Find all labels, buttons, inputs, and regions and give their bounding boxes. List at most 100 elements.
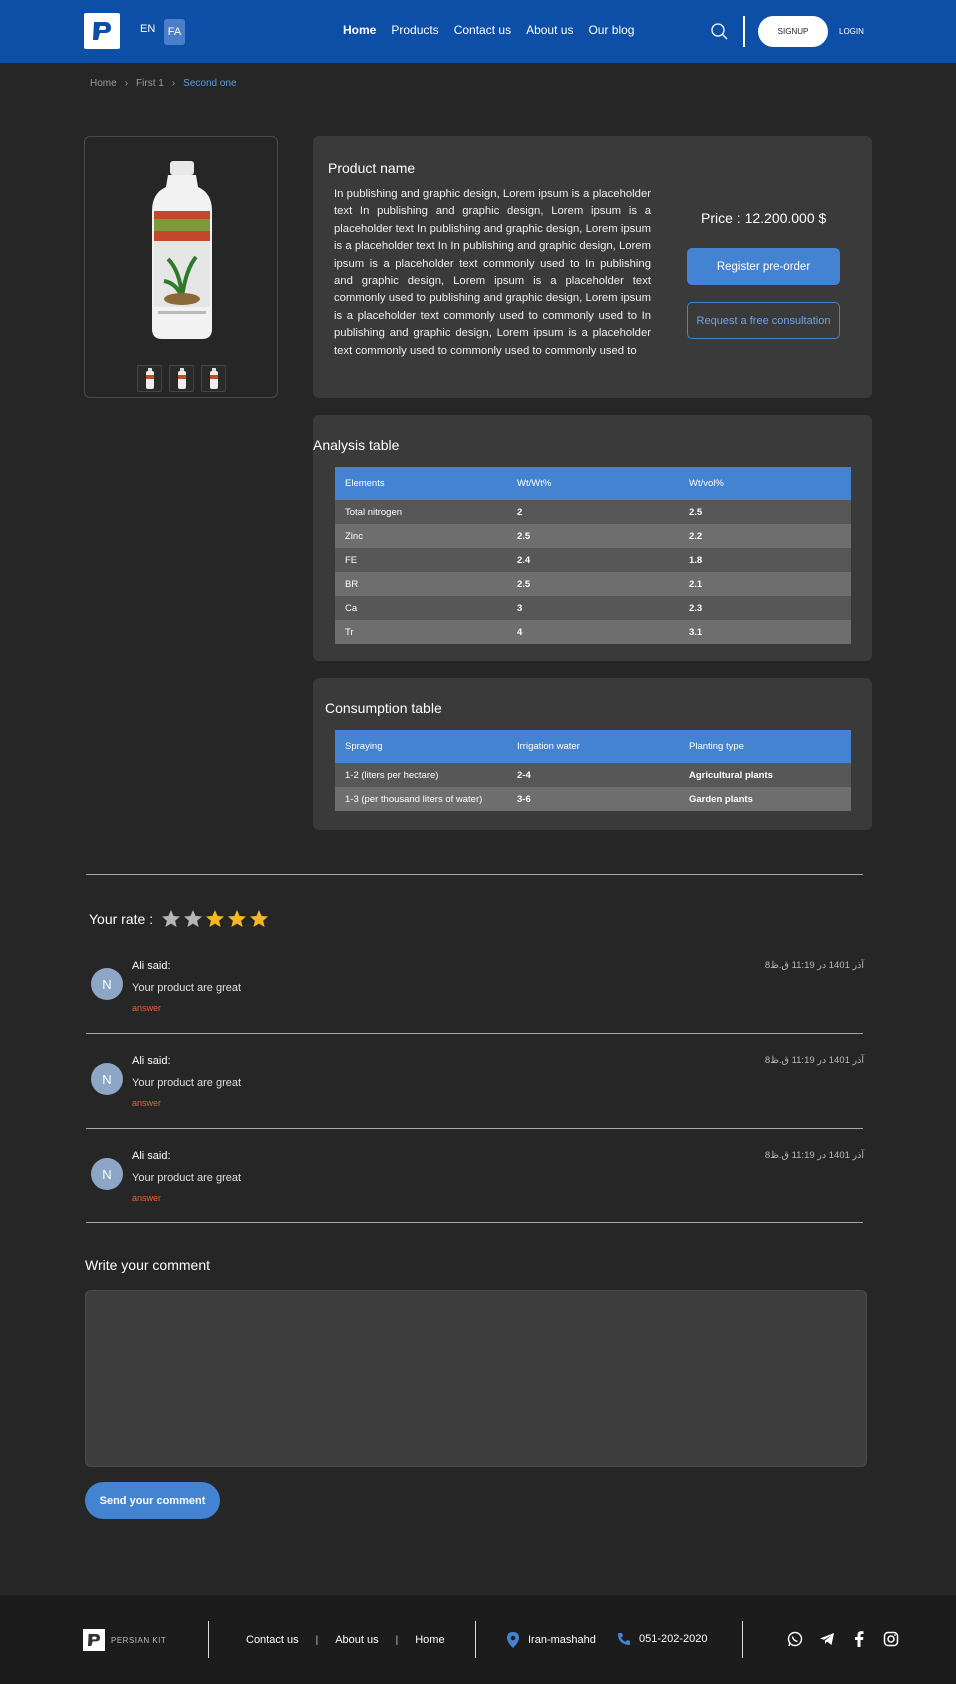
send-comment-button[interactable]: Send your comment (85, 1482, 220, 1519)
table-cell: 1.8 (679, 548, 851, 572)
bottle-thumb-icon (209, 367, 218, 389)
comment-date: 8آذر 1401 در 11:19 ق.ظ (764, 960, 864, 971)
breadcrumb: Home › First 1 › Second one (90, 78, 237, 89)
table-cell: 2.5 (679, 500, 851, 524)
facebook-icon[interactable] (850, 1630, 867, 1647)
instagram-icon[interactable] (882, 1630, 899, 1647)
product-price: Price : 12.200.000 $ (701, 210, 827, 226)
comment: N Ali said: Your product are great answe… (89, 1052, 864, 1122)
table-row: 1-3 (per thousand liters of water) 3-6 G… (335, 787, 851, 811)
table-cell: 3-6 (507, 787, 679, 811)
answer-link[interactable]: answer (132, 1098, 161, 1108)
answer-link[interactable]: answer (132, 1193, 161, 1203)
consumption-title: Consumption table (325, 700, 442, 716)
column-header: Irrigation water (507, 730, 679, 763)
star-icon[interactable] (227, 909, 247, 929)
thumbnail[interactable] (169, 365, 194, 392)
search-icon[interactable] (710, 22, 728, 40)
comment-date: 8آذر 1401 در 11:19 ق.ظ (764, 1055, 864, 1066)
table-cell: 3 (507, 596, 679, 620)
table-cell: Agricultural plants (679, 763, 851, 787)
table-row: Zinc 2.5 2.2 (335, 524, 851, 548)
table-cell: 2.1 (679, 572, 851, 596)
product-title: Product name (328, 160, 416, 176)
product-gallery (84, 136, 278, 398)
social-links (786, 1630, 899, 1647)
table-cell: Total nitrogen (335, 500, 507, 524)
thumbnail[interactable] (137, 365, 162, 392)
bottle-thumb-icon (145, 367, 154, 389)
footer-link-contact[interactable]: Contact us (246, 1634, 299, 1646)
table-cell: 2.3 (679, 596, 851, 620)
answer-link[interactable]: answer (132, 1003, 161, 1013)
comment-divider (86, 1222, 863, 1223)
breadcrumb-home[interactable]: Home (90, 78, 117, 89)
footer-divider (208, 1621, 209, 1658)
phone-text[interactable]: 051-202-2020 (639, 1633, 708, 1645)
comment: N Ali said: Your product are great answe… (89, 957, 864, 1027)
logo[interactable] (84, 13, 120, 49)
column-header: Planting type (679, 730, 851, 763)
table-cell: 2-4 (507, 763, 679, 787)
table-row: FE 2.4 1.8 (335, 548, 851, 572)
comment: N Ali said: Your product are great answe… (89, 1147, 864, 1217)
star-icon[interactable] (161, 909, 181, 929)
whatsapp-icon[interactable] (786, 1630, 803, 1647)
table-cell: 2.2 (679, 524, 851, 548)
consumption-table: Spraying Irrigation water Planting type … (335, 730, 851, 811)
footer-link-about[interactable]: About us (335, 1634, 378, 1646)
product-description: In publishing and graphic design, Lorem … (334, 188, 651, 357)
analysis-table: Elements Wt/Wt% Wt/vol% Total nitrogen 2… (335, 467, 851, 644)
column-header: Spraying (335, 730, 507, 763)
footer-logo[interactable] (83, 1629, 105, 1651)
table-cell: Zinc (335, 524, 507, 548)
nav-about[interactable]: About us (526, 23, 573, 37)
nav-products[interactable]: Products (391, 23, 438, 37)
table-row: BR 2.5 2.1 (335, 572, 851, 596)
lang-en-button[interactable]: EN (140, 23, 155, 35)
footer-divider (742, 1621, 743, 1658)
header: EN FA Home Products Contact us About us … (0, 0, 956, 63)
star-icon[interactable] (249, 909, 269, 929)
analysis-card: Analysis table Elements Wt/Wt% Wt/vol% T… (313, 415, 872, 661)
telegram-icon[interactable] (818, 1630, 835, 1647)
preorder-button[interactable]: Register pre-order (687, 248, 840, 285)
bottle-thumb-icon (177, 367, 186, 389)
star-icon[interactable] (183, 909, 203, 929)
table-cell: 1-3 (per thousand liters of water) (335, 787, 507, 811)
logo-mark-icon (93, 22, 111, 40)
location-text: Iran-mashahd (528, 1634, 596, 1646)
table-header-row: Elements Wt/Wt% Wt/vol% (335, 467, 851, 500)
footer-link-home[interactable]: Home (415, 1634, 444, 1646)
phone-icon (618, 1633, 630, 1645)
login-button[interactable]: LOGIN (839, 27, 864, 36)
table-cell: Garden plants (679, 787, 851, 811)
table-cell: 4 (507, 620, 679, 644)
footer: PERSIAN KIT Contact us | About us | Home… (0, 1595, 956, 1684)
nav-contact[interactable]: Contact us (454, 23, 511, 37)
comment-divider (86, 1033, 863, 1034)
table-row: Total nitrogen 2 2.5 (335, 500, 851, 524)
consumption-card: Consumption table Spraying Irrigation wa… (313, 678, 872, 830)
footer-links: Contact us | About us | Home (246, 1634, 445, 1646)
comment-text: Your product are great (132, 1172, 242, 1184)
main-nav: Home Products Contact us About us Our bl… (343, 23, 634, 37)
consultation-button[interactable]: Request a free consultation (687, 302, 840, 339)
breadcrumb-first[interactable]: First 1 (136, 78, 164, 89)
nav-blog[interactable]: Our blog (588, 23, 634, 37)
footer-brand: PERSIAN KIT (111, 1636, 167, 1645)
avatar: N (91, 1063, 123, 1095)
thumbnail[interactable] (201, 365, 226, 392)
lang-fa-button[interactable]: FA (164, 19, 185, 45)
comment-text: Your product are great (132, 1077, 242, 1089)
footer-phone: 051-202-2020 (617, 1632, 708, 1646)
table-cell: 2.5 (507, 572, 679, 596)
star-icon[interactable] (205, 909, 225, 929)
signup-button[interactable]: SIGNUP (758, 16, 828, 47)
comment-author: Ali said: (132, 1055, 171, 1067)
comment-textarea[interactable] (85, 1290, 867, 1467)
header-divider (743, 16, 745, 47)
nav-home[interactable]: Home (343, 23, 376, 37)
table-header-row: Spraying Irrigation water Planting type (335, 730, 851, 763)
star-rating[interactable] (161, 909, 269, 929)
